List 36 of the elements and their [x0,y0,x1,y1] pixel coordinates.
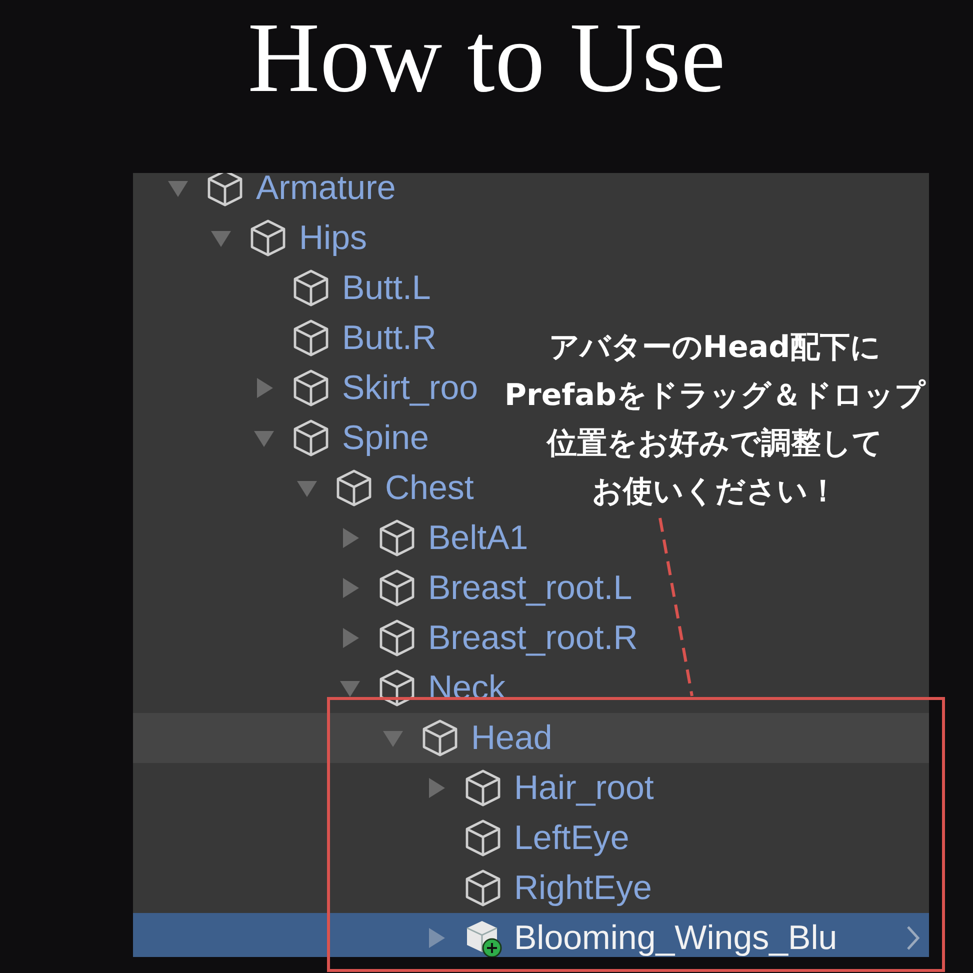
cube-icon [378,668,416,708]
object-name[interactable]: BeltA1 [428,512,528,564]
object-name[interactable]: Hips [299,212,368,264]
selected-row[interactable]: Blooming_Wings_Blu [133,913,929,957]
hovered-row[interactable]: Head [133,713,929,763]
cube-icon [249,218,287,258]
cube-icon [378,518,416,558]
object-name[interactable]: Breast_root.R [428,612,638,664]
object-name[interactable]: LeftEye [514,812,630,864]
object-name[interactable]: Butt.L [342,262,431,314]
instruction-text: アバターのHead配下に Prefabをドラッグ＆ドロップ 位置をお好みで調整して お使いください！ [504,329,927,511]
object-name[interactable]: Butt.R [342,312,436,364]
object-name: Blooming_Wings_Blu [514,918,838,957]
cube-icon [292,368,330,408]
chevron-right-icon[interactable] [905,925,921,951]
cube-icon [464,868,502,908]
cube-icon [292,318,330,358]
cube-icon [421,718,459,758]
cube-icon [378,618,416,658]
object-name[interactable]: Armature [256,173,396,214]
prefab-add-icon [464,918,502,957]
object-name[interactable]: Chest [385,462,474,514]
cube-icon [464,768,502,808]
object-name[interactable]: Skirt_roo [342,362,478,414]
object-name[interactable]: Spine [342,412,429,464]
cube-icon [378,568,416,608]
object-name: Head [471,718,552,758]
object-name[interactable]: RightEye [514,862,652,914]
cube-icon [335,468,373,508]
cube-icon [206,173,244,208]
object-name[interactable]: Hair_root [514,762,654,814]
cube-icon [292,418,330,458]
object-name[interactable]: Breast_root.L [428,562,632,614]
cube-icon [292,268,330,308]
cube-icon [464,818,502,858]
page-title: How to Use [248,8,726,108]
